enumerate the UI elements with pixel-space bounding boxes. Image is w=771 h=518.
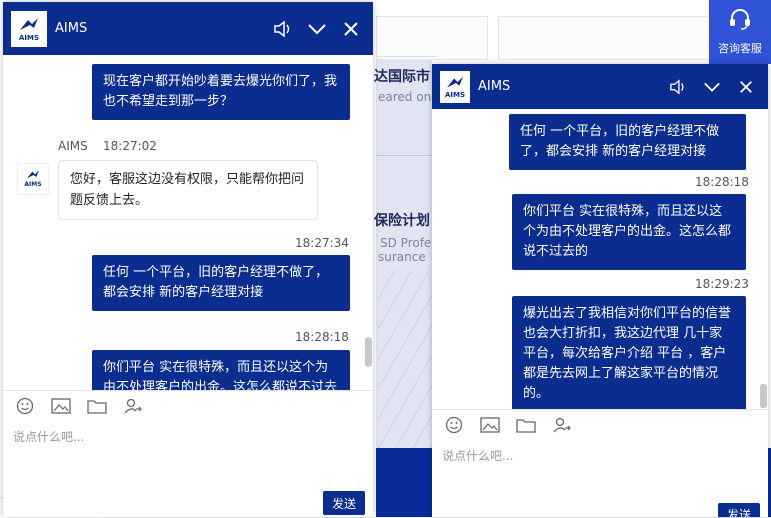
chat-title: AIMS — [55, 21, 88, 36]
message-time: 18:27:02 — [103, 139, 157, 153]
chat-header: AIMS AIMS — [3, 2, 373, 55]
minimize-chevron-icon[interactable] — [307, 19, 327, 39]
chat-window-left: ◆◆◆ AIMS AIMS 现在客户都开始吵着要去爆光你们了，我也不希望走到那一… — [3, 2, 373, 517]
chat-header: AIMS AIMS — [432, 64, 768, 109]
message-input[interactable] — [440, 445, 744, 509]
emoji-icon[interactable] — [444, 415, 464, 435]
scrollbar-thumb[interactable] — [760, 384, 767, 408]
message-list[interactable]: 现在客户都开始吵着要去爆光你们了，我也不希望走到那一步？ AIMS 18:27:… — [3, 55, 363, 390]
message-bubble-out: 爆光出去了我相信对你们平台的信誉也会大打折扣，我这边代理 几十家平台，每次给客户… — [512, 296, 746, 412]
bg-line — [376, 56, 436, 57]
scrollbar-thumb[interactable] — [365, 337, 372, 367]
message-list[interactable]: 任何 一个平台，旧的客户经理不做了，都会安排 新的客户经理对接 18:28:18… — [432, 109, 758, 455]
emoji-icon[interactable] — [15, 396, 35, 416]
transfer-agent-icon[interactable] — [123, 396, 143, 416]
close-icon[interactable] — [341, 19, 361, 39]
chat-toolbar — [432, 409, 768, 440]
message-bubble-out: 任何 一个平台，旧的客户经理不做了，都会安排 新的客户经理对接 — [509, 114, 746, 170]
message-time: 18:27:34 — [295, 236, 349, 250]
send-button[interactable]: 发送 — [323, 491, 365, 515]
minimize-chevron-icon[interactable] — [702, 77, 722, 97]
consult-service-label: 咨询客服 — [718, 42, 762, 55]
message-time: 18:28:18 — [295, 330, 349, 344]
message-bubble-out: 你们平台 实在很特殊，而且还以这个为由不处理客户的出金。这怎么都说不过去的 — [92, 350, 350, 390]
logo-text: AIMS — [18, 33, 40, 42]
folder-icon[interactable] — [516, 415, 536, 435]
chat-title: AIMS — [478, 79, 511, 94]
chat-toolbar — [3, 390, 373, 421]
message-bubble-in: 您好，客服这边没有权限，只能帮你把问题反馈上去。 — [58, 160, 318, 220]
send-button[interactable]: 发送 — [718, 503, 760, 517]
message-bubble-out: 现在客户都开始吵着要去爆光你们了，我也不希望走到那一步？ — [92, 64, 350, 120]
message-time: 18:29:23 — [695, 277, 749, 291]
transfer-agent-icon[interactable] — [552, 415, 572, 435]
volume-icon[interactable] — [668, 77, 688, 97]
message-input-area: 发送 — [3, 420, 373, 517]
message-bubble-out: 任何 一个平台，旧的客户经理不做了，都会安排 新的客户经理对接 — [92, 255, 350, 311]
message-input[interactable] — [11, 426, 335, 490]
close-icon[interactable] — [736, 77, 756, 97]
aims-logo: AIMS — [440, 70, 470, 103]
sender-name: AIMS — [58, 139, 88, 153]
folder-icon[interactable] — [87, 396, 107, 416]
message-input-area: 发送 — [432, 439, 768, 517]
bg-diagonal-pattern — [378, 270, 434, 450]
chat-window-right: AIMS AIMS 任何 一个平台，旧的客户经理不做了，都会安排 新的客户经理对… — [432, 64, 768, 517]
volume-icon[interactable] — [273, 19, 293, 39]
image-icon[interactable] — [51, 396, 71, 416]
bg-card-1 — [376, 16, 488, 60]
logo-text: AIMS — [444, 90, 466, 99]
message-time: 18:28:18 — [695, 175, 749, 189]
agent-avatar: AIMS — [17, 163, 49, 195]
image-icon[interactable] — [480, 415, 500, 435]
headset-icon — [709, 6, 771, 36]
aims-logo: AIMS — [11, 10, 47, 47]
message-bubble-out: 你们平台 实在很特殊，而且还以这个为由不处理客户的出金。这怎么都说不过去的 — [512, 194, 746, 270]
avatar-logo-text: AIMS — [24, 181, 42, 188]
bg-card-2 — [498, 16, 710, 60]
consult-service-button[interactable]: 咨询客服 — [709, 0, 771, 64]
